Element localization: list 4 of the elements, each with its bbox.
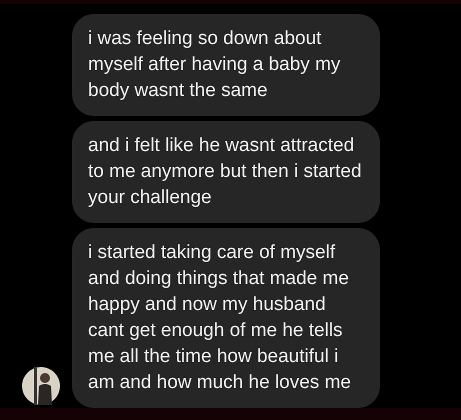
message-bubble: and i felt like he wasnt attracted to me anymore but then i started your challenge	[72, 120, 380, 223]
message-bubble: i started taking care of myself and doing things that made me happy and now my husband cant get enough of me he tells me all the time how beautiful i am and how much he loves me	[72, 228, 380, 408]
avatar	[22, 366, 60, 405]
message-bubble: i was feeling so down about myself after having a baby my body wasnt the same	[72, 14, 380, 116]
